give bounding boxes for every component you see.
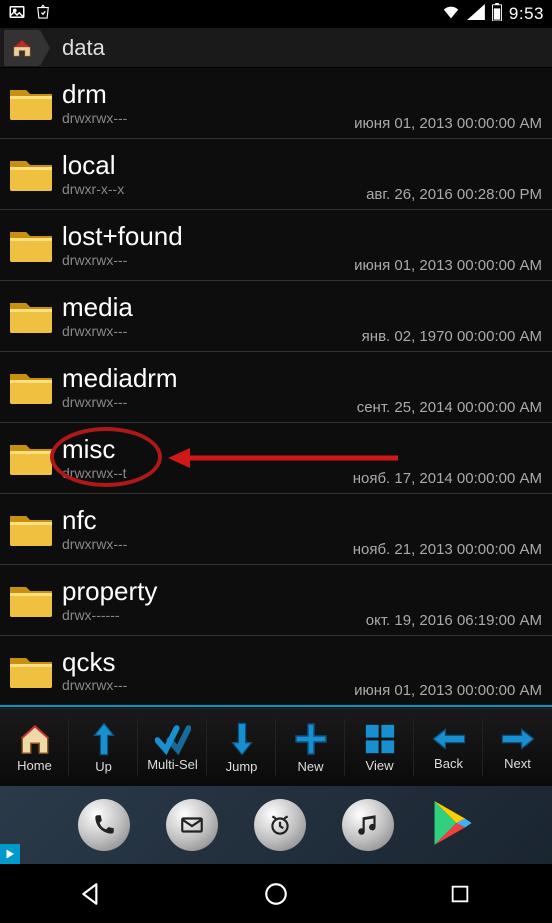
phone-icon [78,799,130,851]
file-name: drm [62,80,354,109]
folder-icon [0,439,62,477]
file-date: сент. 25, 2014 00:00:00 AM [357,399,542,416]
android-nav-bar [0,864,552,923]
file-row[interactable]: miscdrwxrwx--t нояб. 17, 2014 00:00:00 A… [0,423,552,494]
next-button[interactable]: Next [483,709,552,786]
file-perm: drwxrwx--- [62,677,354,693]
folder-icon [0,84,62,122]
file-date: окт. 19, 2016 06:19:00 AM [366,612,542,629]
battery-icon [491,3,503,26]
toolbar: Home Up Multi-Sel Jump New View Back Nex… [0,708,552,786]
tool-label: View [366,758,394,773]
path-bar: data [0,28,552,68]
nav-back-button[interactable] [52,874,132,914]
ad-banner[interactable] [0,786,552,864]
file-perm: drwxrwx--- [62,323,362,339]
file-name: qcks [62,648,354,677]
alarm-icon [254,799,306,851]
nav-recent-button[interactable] [420,874,500,914]
home-breadcrumb[interactable] [4,30,40,66]
back-button[interactable]: Back [414,709,483,786]
music-icon [342,799,394,851]
file-date: авг. 26, 2016 00:28:00 PM [366,186,542,203]
shopping-icon [34,3,52,26]
file-perm: drwxrwx--- [62,252,354,268]
tool-label: Multi-Sel [147,757,198,772]
view-button[interactable]: View [345,709,414,786]
tool-label: New [297,759,323,774]
up-button[interactable]: Up [69,709,138,786]
file-date: нояб. 21, 2013 00:00:00 AM [353,541,542,558]
tool-label: Back [434,756,463,771]
folder-icon [0,155,62,193]
file-row[interactable]: lost+founddrwxrwx--- июня 01, 2013 00:00… [0,210,552,281]
tool-label: Jump [226,759,258,774]
play-store-icon [430,799,474,852]
adchoices-icon[interactable] [0,844,20,864]
status-bar: 9:53 [0,0,552,28]
file-name: misc [62,435,353,464]
file-row[interactable]: mediadrwxrwx--- янв. 02, 1970 00:00:00 A… [0,281,552,352]
file-name: property [62,577,366,606]
file-row[interactable]: propertydrwx------ окт. 19, 2016 06:19:0… [0,565,552,636]
path-current[interactable]: data [62,35,105,61]
file-date: июня 01, 2013 00:00:00 AM [354,257,542,274]
file-row[interactable]: qcksdrwxrwx--- июня 01, 2013 00:00:00 AM [0,636,552,707]
file-perm: drwxr-x--x [62,181,366,197]
clock: 9:53 [509,4,544,24]
multisel-button[interactable]: Multi-Sel [138,709,207,786]
file-date: нояб. 17, 2014 00:00:00 AM [353,470,542,487]
file-name: lost+found [62,222,354,251]
file-date: июня 01, 2013 00:00:00 AM [354,682,542,699]
wifi-icon [441,4,461,25]
file-name: mediadrm [62,364,357,393]
folder-icon [0,581,62,619]
file-perm: drwx------ [62,607,366,623]
file-perm: drwxrwx--- [62,110,354,126]
folder-icon [0,226,62,264]
file-list: drm drwxrwx--- июня 01, 2013 00:00:00 AM… [0,68,552,708]
folder-icon [0,368,62,406]
file-perm: drwxrwx--- [62,536,353,552]
file-row[interactable]: localdrwxr-x--x авг. 26, 2016 00:28:00 P… [0,139,552,210]
home-button[interactable]: Home [0,709,69,786]
file-name: media [62,293,362,322]
file-row[interactable]: nfcdrwxrwx--- нояб. 21, 2013 00:00:00 AM [0,494,552,565]
file-row[interactable]: resource-cache [0,707,552,708]
tool-label: Home [17,758,52,773]
file-row[interactable]: drm drwxrwx--- июня 01, 2013 00:00:00 AM [0,68,552,139]
picture-icon [8,3,26,26]
folder-icon [0,510,62,548]
jump-button[interactable]: Jump [207,709,276,786]
file-name: nfc [62,506,353,535]
folder-icon [0,297,62,335]
tool-label: Next [504,756,531,771]
mail-icon [166,799,218,851]
tool-label: Up [95,759,112,774]
file-name: local [62,151,366,180]
file-row[interactable]: mediadrmdrwxrwx--- сент. 25, 2014 00:00:… [0,352,552,423]
file-date: июня 01, 2013 00:00:00 AM [354,115,542,132]
file-date: янв. 02, 1970 00:00:00 AM [362,328,542,345]
folder-icon [0,652,62,690]
new-button[interactable]: New [276,709,345,786]
file-perm: drwxrwx--t [62,465,353,481]
signal-icon [467,4,485,25]
nav-home-button[interactable] [236,874,316,914]
file-perm: drwxrwx--- [62,394,357,410]
